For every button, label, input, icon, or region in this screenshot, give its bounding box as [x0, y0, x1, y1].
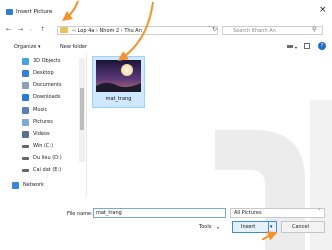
arrow-to-folder	[62, 0, 79, 22]
arrow-to-thumbnail	[117, 1, 154, 61]
arrow-to-insert	[261, 231, 278, 240]
annotation-arrows	[62, 0, 278, 240]
